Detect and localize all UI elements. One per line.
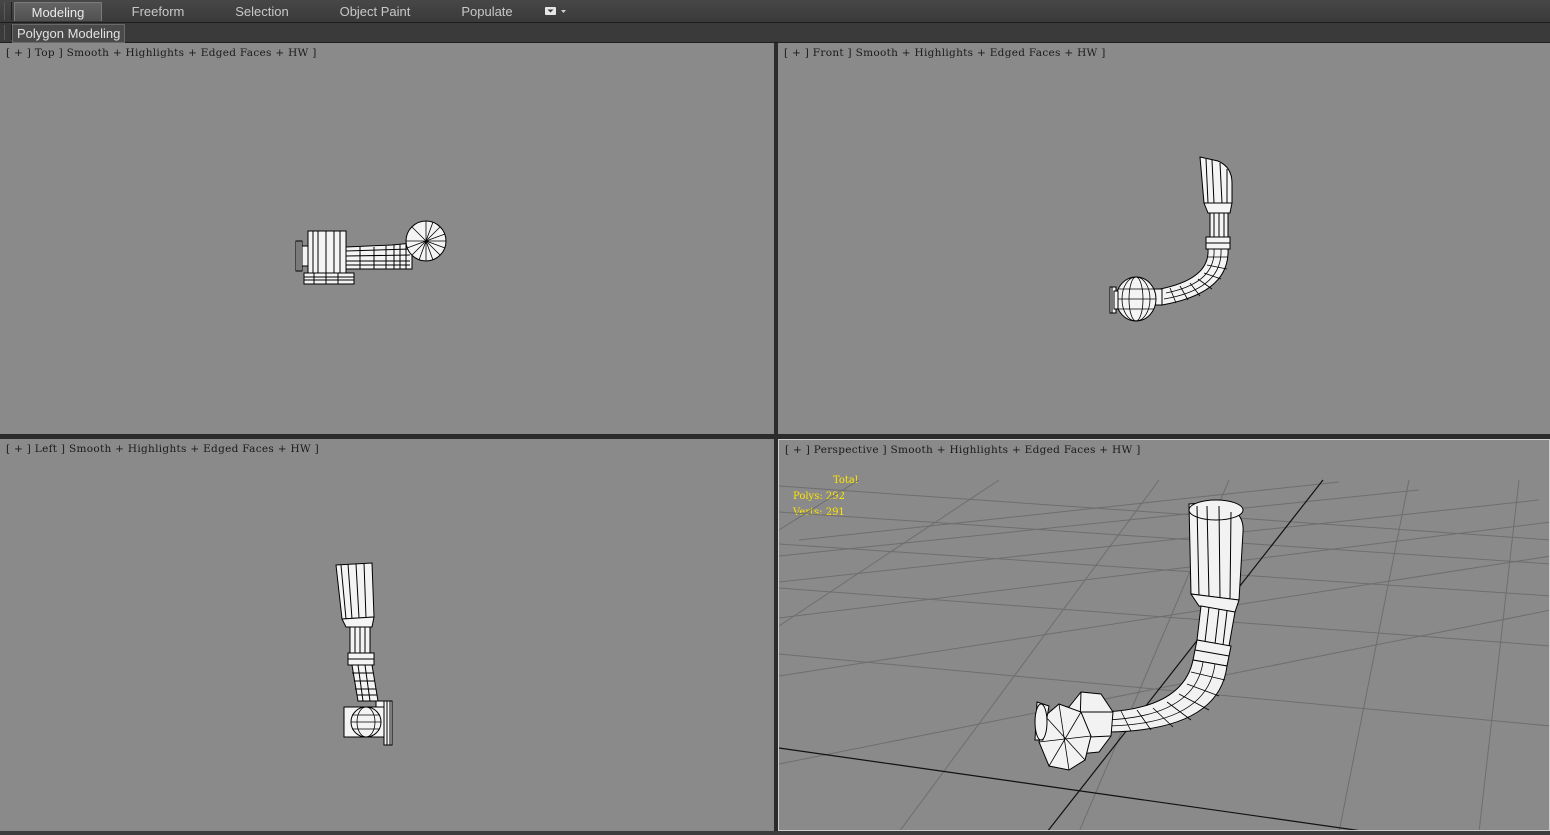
ribbon-panel-bar: Polygon Modeling	[0, 23, 1550, 43]
ribbon-grip-handle[interactable]	[4, 2, 12, 20]
status-strip	[0, 831, 1550, 835]
viewport-front[interactable]: [ + ] Front ] Smooth + Highlights + Edge…	[778, 43, 1550, 434]
perspective-scene	[779, 479, 1549, 830]
faucet-wireframe-perspective	[1034, 499, 1244, 771]
home-grid	[779, 479, 1549, 830]
viewport-perspective[interactable]: [ + ] Perspective ] Smooth + Highlights …	[778, 439, 1550, 831]
tab-freeform[interactable]: Freeform	[118, 2, 198, 21]
faucet-wireframe-left	[335, 562, 393, 746]
viewport-left[interactable]: [ + ] Left ] Smooth + Highlights + Edged…	[0, 439, 774, 831]
tab-object-paint[interactable]: Object Paint	[330, 2, 420, 21]
faucet-wireframe-top	[295, 220, 447, 285]
tab-populate[interactable]: Populate	[450, 2, 524, 21]
ribbon-tab-bar: Modeling Freeform Selection Object Paint…	[0, 0, 1550, 23]
tab-modeling[interactable]: Modeling	[14, 2, 102, 21]
viewport-top[interactable]: [ + ] Top ] Smooth + Highlights + Edged …	[0, 43, 774, 434]
ribbon-options-dropdown[interactable]	[543, 4, 569, 18]
tab-selection[interactable]: Selection	[222, 2, 302, 21]
panel-grip-handle[interactable]	[4, 25, 12, 40]
polygon-modeling-panel-button[interactable]: Polygon Modeling	[12, 24, 126, 43]
chevron-down-icon	[545, 7, 566, 15]
faucet-wireframe-front	[1109, 156, 1233, 322]
